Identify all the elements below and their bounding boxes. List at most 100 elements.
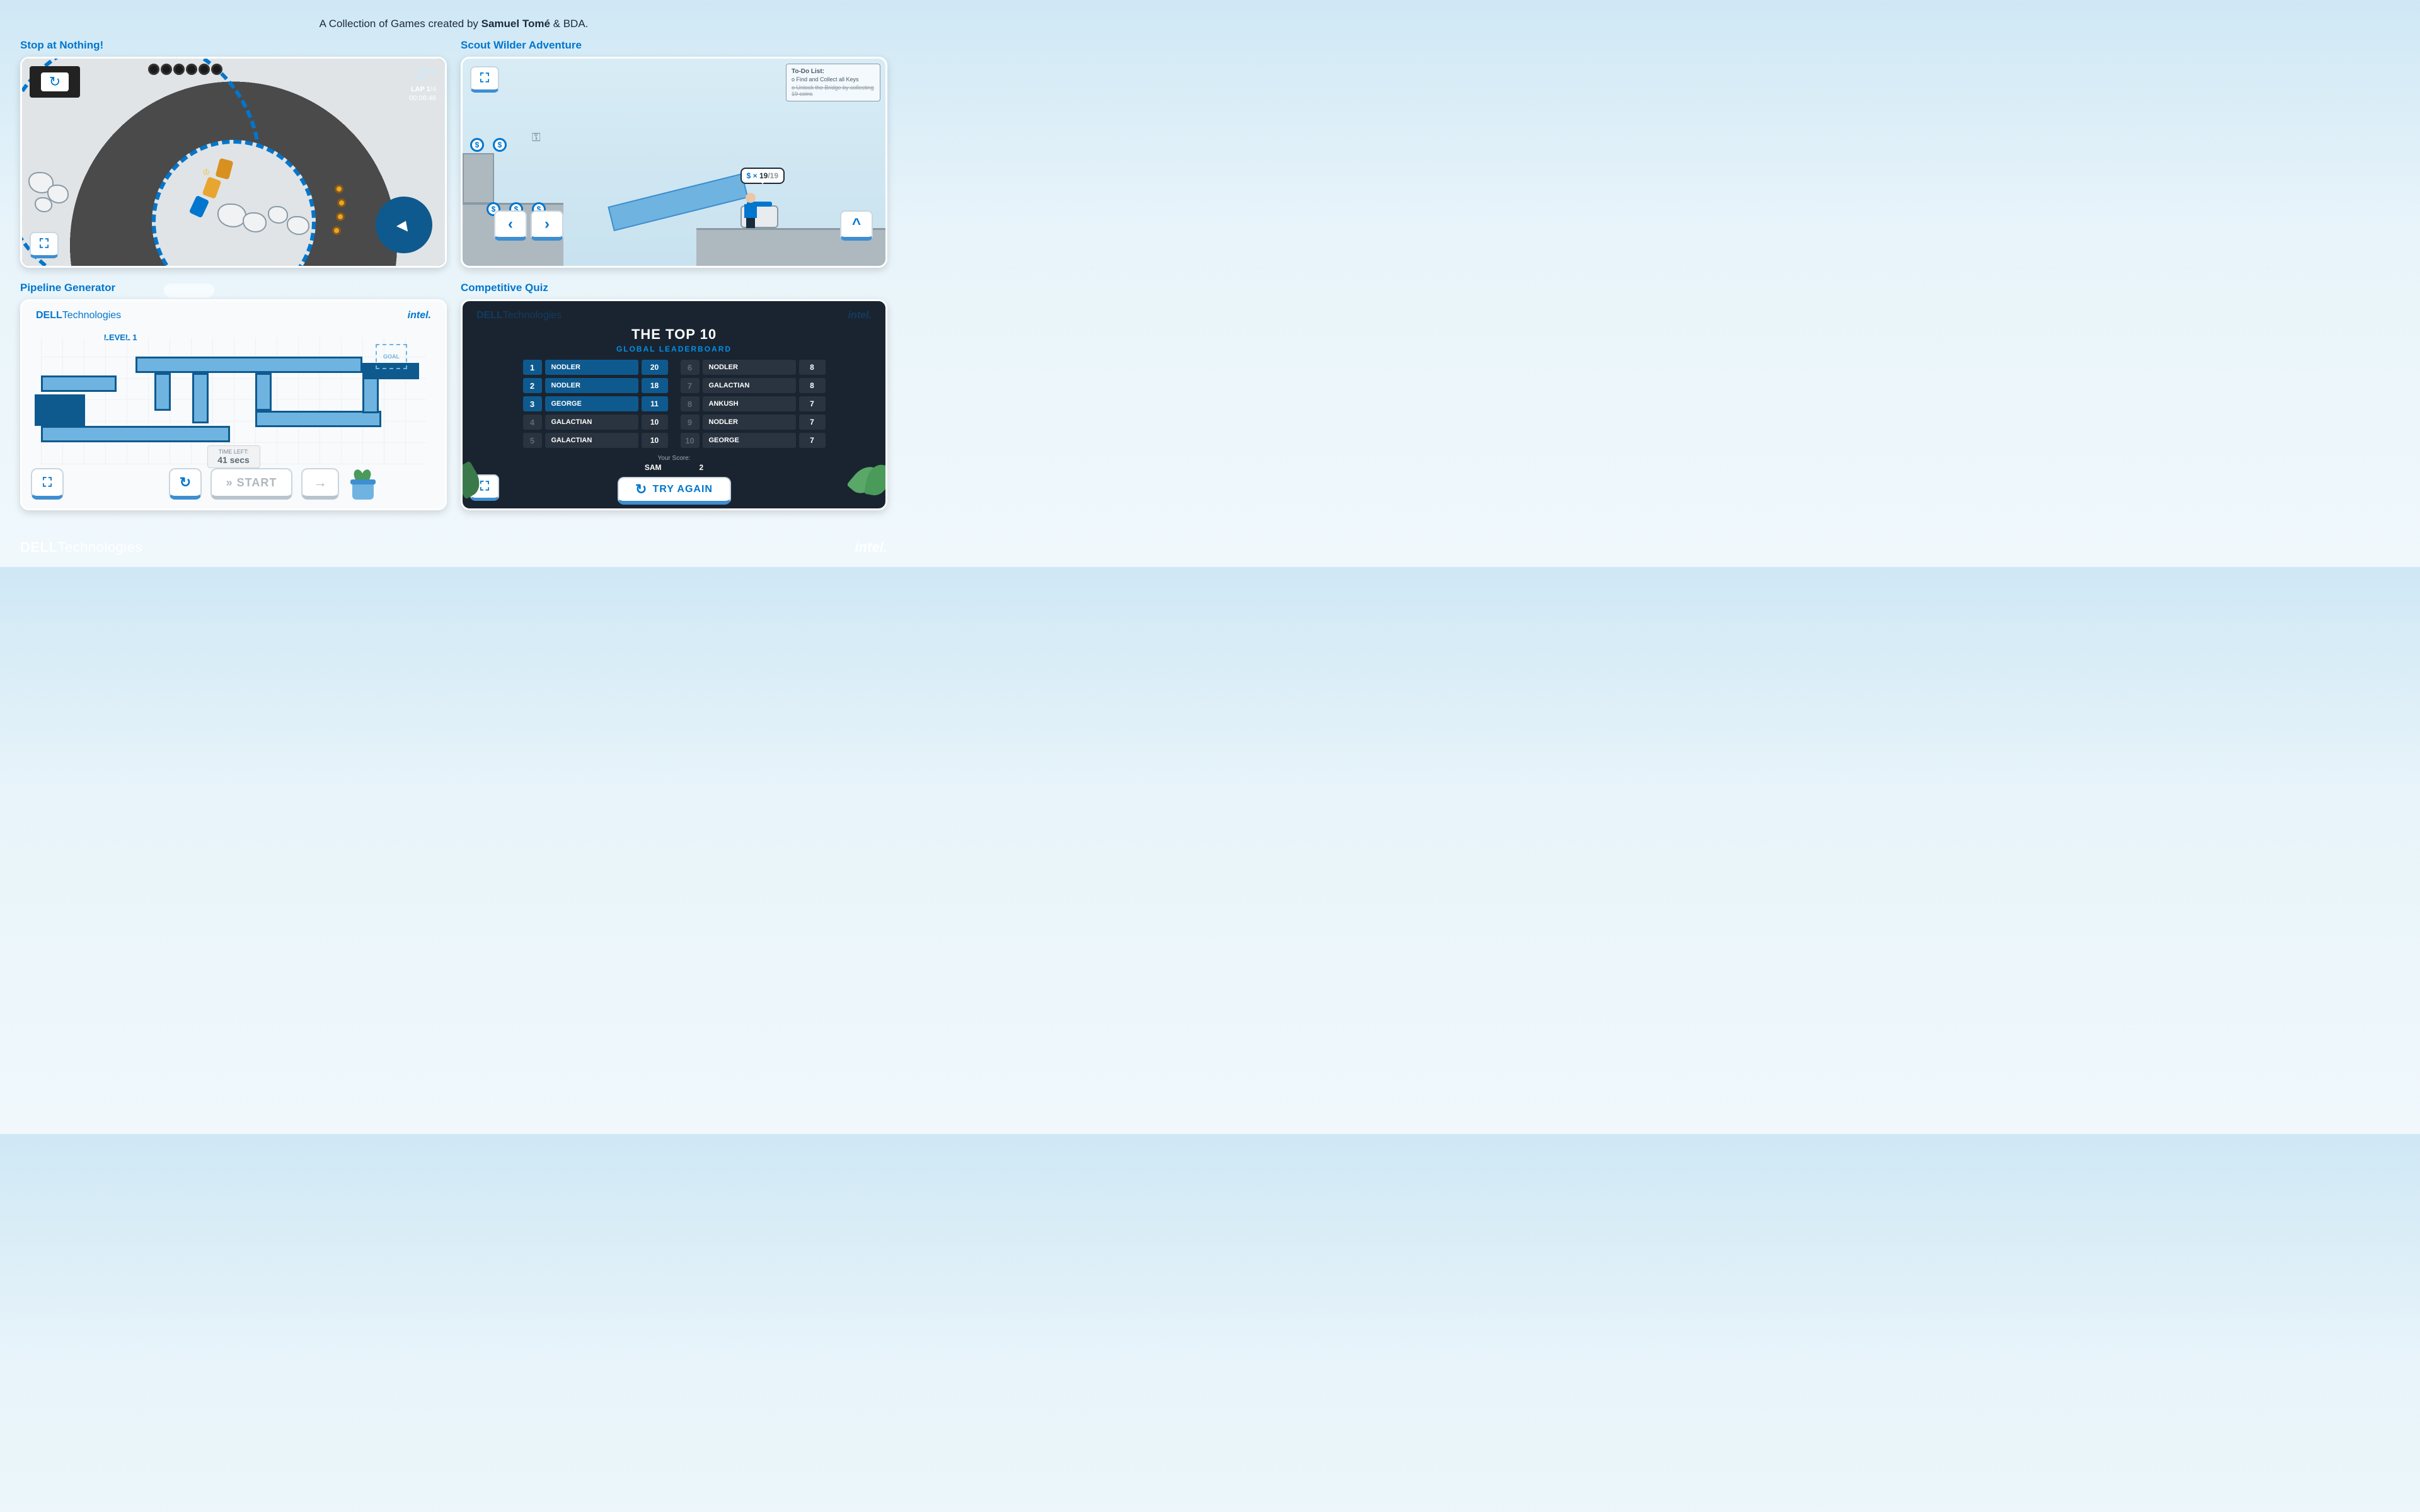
pipe-segment[interactable] [41,375,117,392]
crown-icon: ♔ [202,167,210,178]
rank: 7 [681,378,700,393]
timer-label: TIME LEFT: [214,449,253,455]
player-score: 8 [799,360,826,375]
player-score: 11 [642,396,668,411]
intel-logo: intel. [408,310,431,321]
todo-panel: To-Do List: o Find and Collect all Keys … [786,64,880,101]
pipe-segment[interactable] [154,373,171,411]
refresh-icon [635,481,647,498]
racing-game-preview[interactable]: ♔ 2ND LAP 1/4 00:08:46 [20,57,447,268]
rank: 3 [523,396,542,411]
intel-logo: intel. [855,539,887,556]
fullscreen-button[interactable] [30,232,59,258]
player-score: 7 [799,415,826,430]
restart-button[interactable] [169,468,202,500]
pipe-segment[interactable] [135,357,362,373]
tile-title-quiz: Competitive Quiz [461,282,887,294]
cone [335,185,343,193]
tile-quiz: Competitive Quiz DELLTechnologies intel.… [461,282,887,510]
leaderboard-row: 3GEORGE 11 [523,396,668,411]
tire-stack [148,64,222,75]
goal-marker: GOAL [376,344,407,369]
player-name: NODLER [545,378,638,393]
tile-title-racing: Stop at Nothing! [20,39,447,52]
header-suffix: & BDA. [550,18,588,30]
todo-item: o Find and Collect all Keys [792,76,875,83]
player-name: GEORGE [703,433,796,448]
your-name: SAM [645,463,662,472]
coin[interactable]: $ [470,138,484,152]
control-bar: » START → [31,468,436,500]
joystick[interactable] [376,197,432,253]
tile-title-platformer: Scout Wilder Adventure [461,39,887,52]
intel-logo: intel. [848,310,872,321]
tile-pipeline: Pipeline Generator DELLTechnologies inte… [20,282,447,510]
rank: 4 [523,415,542,430]
player-score: 10 [642,433,668,448]
header-prefix: A Collection of Games created by [320,18,481,30]
dell-logo: DELLTechnologies [476,310,562,321]
leaderboard-row: 5GALACTIAN10 [523,433,668,448]
player-name: GALACTIAN [703,378,796,393]
tile-title-pipeline: Pipeline Generator [20,282,447,294]
dell-logo: DELLTechnologies [36,310,121,321]
player-name: GEORGE [545,396,638,411]
tile-platformer: Scout Wilder Adventure $ $ $ $ $ ⚿ $ × 1… [461,39,887,268]
leaderboard: 1NODLER202NODLER183GEORGE114GALACTIAN105… [463,360,885,451]
coin-counter: $ × 19/19 [740,168,785,184]
platform [463,153,494,203]
move-right-button[interactable]: › [531,210,563,241]
player-name: ANKUSH [703,396,796,411]
leaderboard-row: 8ANKUSH7 [681,396,826,411]
rank: 10 [681,433,700,448]
pipe-segment[interactable] [41,426,230,442]
rank: 2 [523,378,542,393]
rank: 1 [523,360,542,375]
laptop-icon[interactable] [30,66,80,98]
player-name: GALACTIAN [545,415,638,430]
start-button[interactable]: » START [210,468,292,500]
leaderboard-row: 4GALACTIAN 10 [523,415,668,430]
player-score: 7 [799,396,826,411]
cone [336,212,345,221]
pipeline-preview[interactable]: DELLTechnologies intel. LEVEL 1 GOAL TIM… [20,299,447,510]
pipe-segment[interactable] [255,373,272,411]
player-score: 7 [799,433,826,448]
jump-button[interactable]: ^ [840,210,873,241]
quiz-header: DELLTechnologies intel. [463,301,885,330]
leaderboard-subtitle: GLOBAL LEADERBOARD [463,345,885,353]
refresh-icon [41,72,69,91]
try-again-button[interactable]: TRY AGAIN [618,477,731,505]
lap-counter: LAP 1/4 [409,86,436,93]
cloud-deco [164,284,214,297]
leaderboard-row: 7GALACTIAN8 [681,378,826,393]
fullscreen-button[interactable] [31,468,64,500]
try-again-label: TRY AGAIN [652,484,713,495]
todo-item-done: o Unlock the Bridge by collecting 19 coi… [792,84,875,97]
quiz-preview[interactable]: DELLTechnologies intel. THE TOP 10 GLOBA… [461,299,887,510]
pipe-segment[interactable] [192,373,209,423]
pipe-inlet [35,394,85,426]
page-footer: DELLTechnologies intel. [20,539,887,556]
player-character [742,193,759,228]
player-score: 10 [642,415,668,430]
player-score: 18 [642,378,668,393]
player-score: 20 [642,360,668,375]
leaderboard-row: 10GEORGE7 [681,433,826,448]
player-name: NODLER [703,360,796,375]
player-name: NODLER [703,415,796,430]
coin[interactable]: $ [493,138,507,152]
leaf-deco [854,464,887,510]
platformer-preview[interactable]: $ $ $ $ $ ⚿ $ × 19/19 To-Do List: o Find… [461,57,887,268]
rank: 9 [681,415,700,430]
pipeline-header: DELLTechnologies intel. [22,301,445,330]
fullscreen-button[interactable] [470,66,499,93]
race-hud: 2ND LAP 1/4 00:08:46 [409,65,436,102]
next-button[interactable]: → [301,468,339,500]
timer-value: 41 secs [214,455,253,465]
your-score: 2 [699,463,703,472]
rank: 6 [681,360,700,375]
page-header: A Collection of Games created by Samuel … [0,0,908,39]
move-left-button[interactable]: ‹ [494,210,527,241]
key-icon[interactable]: ⚿ [532,131,541,144]
